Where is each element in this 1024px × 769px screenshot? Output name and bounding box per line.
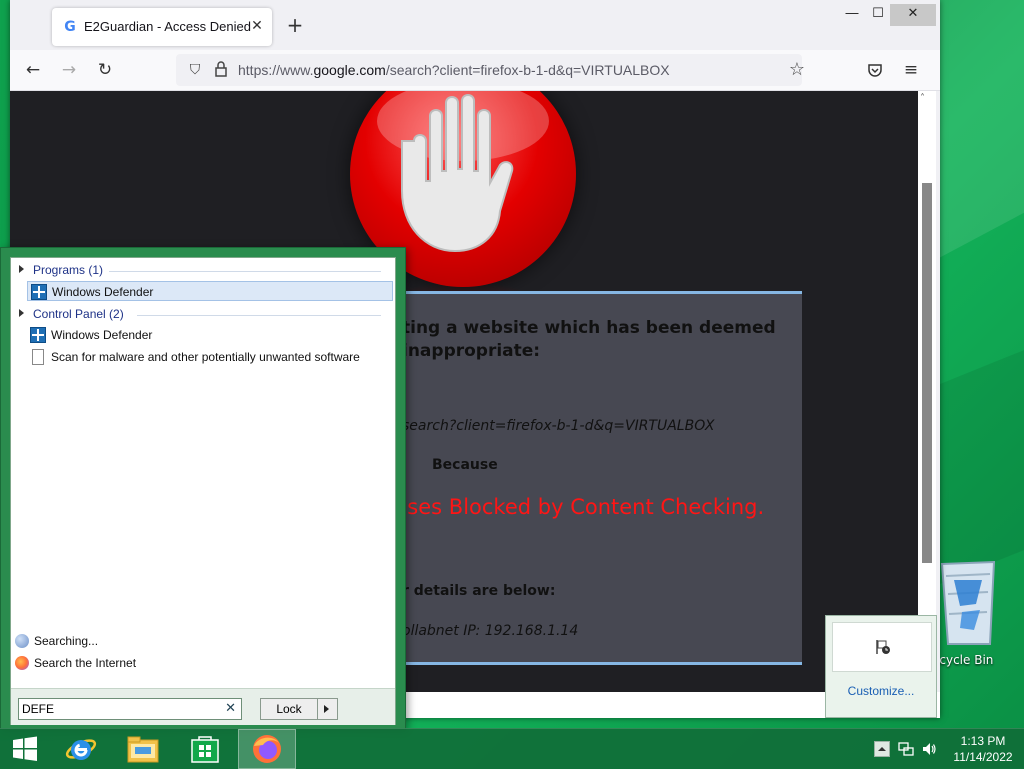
searching-label: Searching... [34, 634, 99, 648]
internet-explorer-button[interactable] [52, 729, 110, 769]
lock-icon[interactable] [212, 61, 230, 79]
result-label: Windows Defender [51, 328, 153, 342]
block-heading-line2: inappropriate: [402, 341, 541, 361]
block-message-box: ting a website which has been deemed ina… [390, 291, 802, 665]
details-line: ollabnet IP: 192.168.1.14 [402, 623, 579, 639]
document-icon [32, 349, 44, 365]
searching-icon [15, 634, 29, 648]
scroll-up-icon[interactable]: ˄ [920, 93, 925, 104]
store-button[interactable] [176, 729, 234, 769]
expand-arrow-icon [19, 309, 24, 317]
block-heading-line1: ting a website which has been deemed [402, 318, 776, 338]
url-bar[interactable]: ⛉ https://www.google.com/search?client=f… [176, 54, 805, 86]
volume-icon[interactable] [921, 741, 937, 757]
tracking-shield-icon[interactable]: ⛉ [186, 61, 204, 79]
pocket-icon[interactable] [862, 58, 888, 82]
windows-defender-icon [30, 327, 46, 343]
file-explorer-icon [127, 736, 159, 763]
group-header-control-panel[interactable]: Control Panel (2) [17, 306, 387, 324]
details-heading: r details are below: [402, 583, 556, 599]
store-icon [191, 736, 219, 763]
taskbar: 1:13 PM 11/14/2022 [0, 728, 1024, 769]
reload-button[interactable]: ↻ [92, 58, 118, 82]
firefox-taskbar-button[interactable] [238, 729, 296, 769]
tab-bar: G E2Guardian - Access Denied ✕ + ― ☐ ✕ [10, 0, 940, 50]
back-button[interactable]: ← [20, 58, 46, 82]
recycle-bin-icon [940, 560, 996, 645]
expand-arrow-icon [19, 265, 24, 273]
tab-e2guardian[interactable]: G E2Guardian - Access Denied ✕ [52, 8, 272, 46]
notification-overflow-flyout: Customize... [825, 615, 937, 718]
new-tab-button[interactable]: + [284, 14, 306, 36]
start-menu: Programs (1) Windows Defender Control Pa… [0, 247, 406, 730]
customize-link[interactable]: Customize... [826, 684, 936, 698]
clock-date: 11/14/2022 [953, 750, 1013, 764]
hidden-icons-area [832, 622, 932, 672]
start-search-input[interactable] [22, 701, 212, 717]
close-window-button[interactable]: ✕ [890, 4, 936, 26]
file-explorer-button[interactable] [114, 729, 172, 769]
internet-explorer-icon [65, 739, 97, 760]
show-hidden-icons-button[interactable] [874, 741, 890, 757]
group-title: Programs (1) [33, 263, 104, 277]
firefox-icon [15, 656, 29, 670]
group-title: Control Panel (2) [33, 307, 124, 321]
result-windows-defender-control-panel[interactable]: Windows Defender [27, 325, 393, 345]
start-menu-bottom-bar: ✕ Lock [11, 688, 395, 725]
recycle-bin[interactable]: ecycle Bin [932, 554, 1024, 674]
navigation-toolbar: ← → ↻ ⛉ https://www.google.com/search?cl… [10, 50, 940, 91]
page-scrollbar[interactable]: ˄ [918, 91, 936, 692]
power-options-arrow-button[interactable] [318, 698, 338, 720]
url-text[interactable]: https://www.google.com/search?client=fir… [238, 62, 670, 78]
forward-button[interactable]: → [56, 58, 82, 82]
system-clock[interactable]: 1:13 PM 11/14/2022 [948, 733, 1018, 765]
firefox-icon [253, 735, 281, 763]
start-menu-results: Programs (1) Windows Defender Control Pa… [10, 257, 396, 725]
bookmark-star-icon[interactable]: ☆ [788, 61, 806, 79]
lock-button[interactable]: Lock [260, 698, 318, 720]
result-label: Scan for malware and other potentially u… [51, 350, 360, 364]
block-reason: uses Blocked by Content Checking. [394, 495, 765, 519]
result-windows-defender-program[interactable]: Windows Defender [27, 281, 393, 301]
blocked-url: search?client=firefox-b-1-d&q=VIRTUALBOX [402, 418, 715, 434]
search-internet-label: Search the Internet [34, 656, 137, 670]
chevron-up-icon [878, 747, 886, 751]
start-search-box[interactable]: ✕ [18, 698, 242, 720]
result-scan-for-malware[interactable]: Scan for malware and other potentially u… [27, 347, 393, 367]
scrollbar-thumb[interactable] [922, 183, 932, 563]
clock-time: 1:13 PM [960, 734, 1006, 748]
network-icon[interactable] [898, 741, 914, 757]
clear-search-icon[interactable]: ✕ [225, 701, 236, 716]
result-label: Windows Defender [52, 285, 154, 299]
group-divider [109, 271, 381, 272]
windows-defender-icon [31, 284, 47, 300]
windows-start-icon [13, 736, 37, 761]
menu-hamburger-icon[interactable]: ≡ [898, 58, 924, 82]
group-header-programs[interactable]: Programs (1) [17, 262, 387, 280]
tab-title: E2Guardian - Access Denied [84, 19, 251, 34]
tab-close-icon[interactable]: ✕ [248, 17, 266, 35]
action-center-flag-icon[interactable] [875, 639, 891, 655]
because-label: Because [432, 457, 498, 473]
recycle-bin-label: ecycle Bin [932, 653, 994, 667]
group-divider [137, 315, 381, 316]
start-button[interactable] [0, 729, 58, 769]
google-favicon-icon: G [64, 19, 76, 35]
